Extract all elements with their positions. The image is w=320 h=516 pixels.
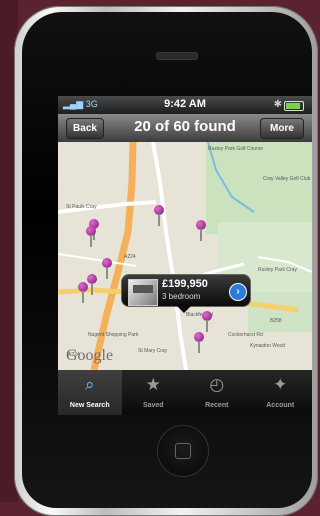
map-label: Cray Valley Golf Club [263,176,311,182]
tab-new-search[interactable]: ⌕ New Search [58,370,122,415]
phone-frame: ▂▄▆ 3G 9:42 AM ✱ Back 20 of 60 found Mor… [14,6,318,516]
map-label: B258 [270,318,282,324]
clock-icon: ◴ [209,375,225,394]
tab-label: Recent [205,402,229,409]
property-bedrooms: 3 bedroom [162,292,201,301]
tab-recent[interactable]: ◴ Recent [185,370,249,415]
map-label: Nugent Shopping Park [88,332,139,338]
callout-pointer [176,305,192,313]
tab-saved[interactable]: ★ Saved [122,370,186,415]
tab-bar: ⌕ New Search ★ Saved ◴ Recent ✦ Account [58,370,312,415]
map-label: Cockerhurst Rd [228,332,263,338]
star-icon: ★ [145,375,161,394]
tab-label: New Search [69,402,110,409]
map-label: St Pauls Cray [66,204,97,210]
speaker-grille [156,52,198,60]
status-bar: ▂▄▆ 3G 9:42 AM ✱ [58,96,312,114]
navigation-bar: Back 20 of 60 found More [58,114,312,143]
search-icon: ⌕ [84,375,95,394]
map-label: Ruxley Park Cray [258,267,297,273]
bluetooth-icon: ✱ [273,99,282,110]
map-label: A224 [124,254,136,260]
property-thumbnail [128,279,158,306]
more-button[interactable]: More [260,118,304,139]
battery-icon [284,101,304,111]
chevron-right-icon[interactable]: › [229,283,247,301]
tab-account[interactable]: ✦ Account [249,370,313,415]
bird-icon: ✦ [273,375,288,394]
map-label: Ruxley Park Golf Course [208,146,264,152]
app-screen: ▂▄▆ 3G 9:42 AM ✱ Back 20 of 60 found Mor… [58,96,312,415]
map-view[interactable]: St Pauls Cray A224 Nugent Shopping Park … [58,142,312,370]
map-label: St Mary Cray [138,348,168,354]
map-label: Kynaston Wood [250,343,286,349]
home-square-icon [175,443,191,459]
home-button[interactable] [157,425,209,477]
tab-label: Saved [142,402,164,409]
property-price: £199,950 [162,278,208,290]
google-logo: Google [66,347,114,364]
property-callout[interactable]: £199,950 3 bedroom › [121,274,251,307]
tab-label: Account [266,402,295,409]
phone-bezel: ▂▄▆ 3G 9:42 AM ✱ Back 20 of 60 found Mor… [22,12,312,508]
